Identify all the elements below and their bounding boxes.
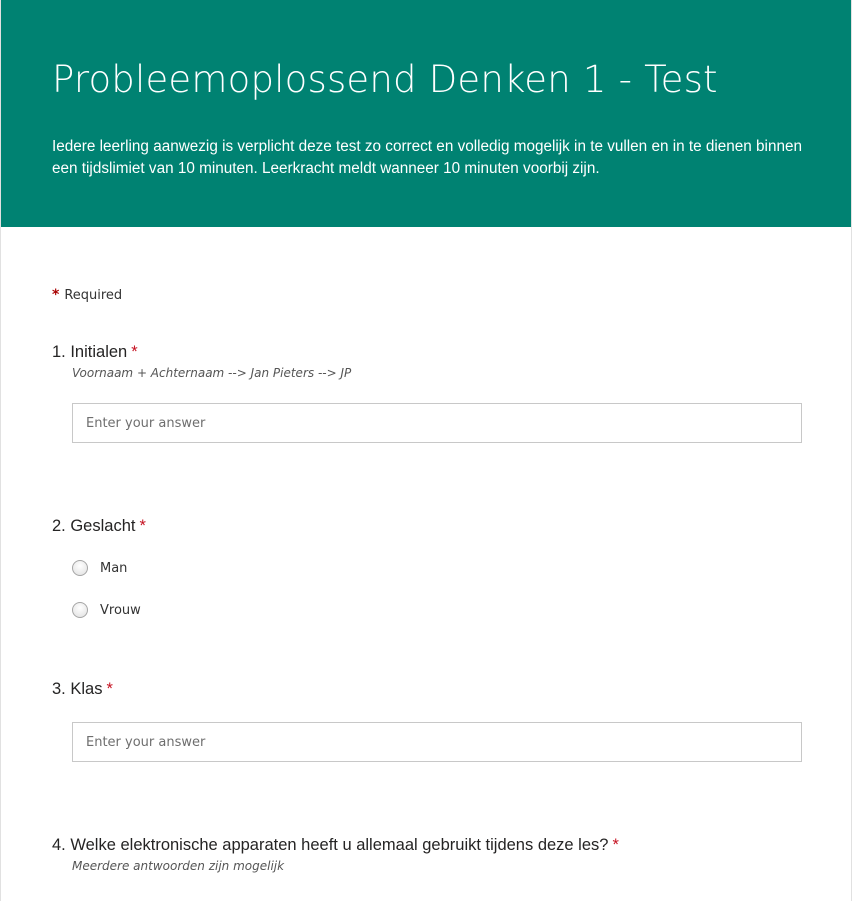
required-asterisk: * <box>52 287 60 303</box>
radio-label: Man <box>100 560 128 576</box>
form-page: Probleemoplossend Denken 1 - Test Iedere… <box>0 0 852 901</box>
form-body: * Required 1. Initialen * Voornaam + Acht… <box>1 227 851 874</box>
required-asterisk: * <box>106 680 113 698</box>
question-title: 2. Geslacht * <box>52 515 801 537</box>
question-title: 3. Klas * <box>52 678 801 700</box>
question-title-text: 3. Klas <box>52 680 103 698</box>
radio-option-vrouw[interactable]: Vrouw <box>72 599 801 621</box>
question-subtitle: Voornaam + Achternaam --> Jan Pieters --… <box>72 366 352 380</box>
question-title-text: 1. Initialen <box>52 343 128 361</box>
question-apparaten: 4. Welke elektronische apparaten heeft u… <box>52 834 801 874</box>
question-title: 1. Initialen * <box>52 341 801 363</box>
question-subtitle: Meerdere antwoorden zijn mogelijk <box>72 859 285 873</box>
geslacht-options: Man Vrouw <box>72 557 801 621</box>
question-geslacht: 2. Geslacht * Man Vrouw <box>52 515 801 621</box>
required-asterisk: * <box>131 343 138 361</box>
radio-label: Vrouw <box>100 602 141 618</box>
klas-input[interactable] <box>72 722 802 762</box>
form-title: Probleemoplossend Denken 1 - Test <box>52 58 718 101</box>
question-title: 4. Welke elektronische apparaten heeft u… <box>52 834 801 856</box>
required-asterisk: * <box>612 836 619 854</box>
required-asterisk: * <box>139 517 146 535</box>
form-description: Iedere leerling aanwezig is verplicht de… <box>52 138 802 177</box>
required-note: * Required <box>52 287 801 303</box>
radio-option-man[interactable]: Man <box>72 557 801 579</box>
question-title-text: 4. Welke elektronische apparaten heeft u… <box>52 836 609 854</box>
radio-button[interactable] <box>72 602 88 618</box>
question-klas: 3. Klas * <box>52 678 802 762</box>
question-title-text: 2. Geslacht <box>52 517 136 535</box>
required-label: Required <box>64 287 123 303</box>
question-initialen: 1. Initialen * Voornaam + Achternaam --> … <box>52 341 802 443</box>
initialen-input[interactable] <box>72 403 802 443</box>
radio-button[interactable] <box>72 560 88 576</box>
form-header: Probleemoplossend Denken 1 - Test Iedere… <box>1 0 851 227</box>
